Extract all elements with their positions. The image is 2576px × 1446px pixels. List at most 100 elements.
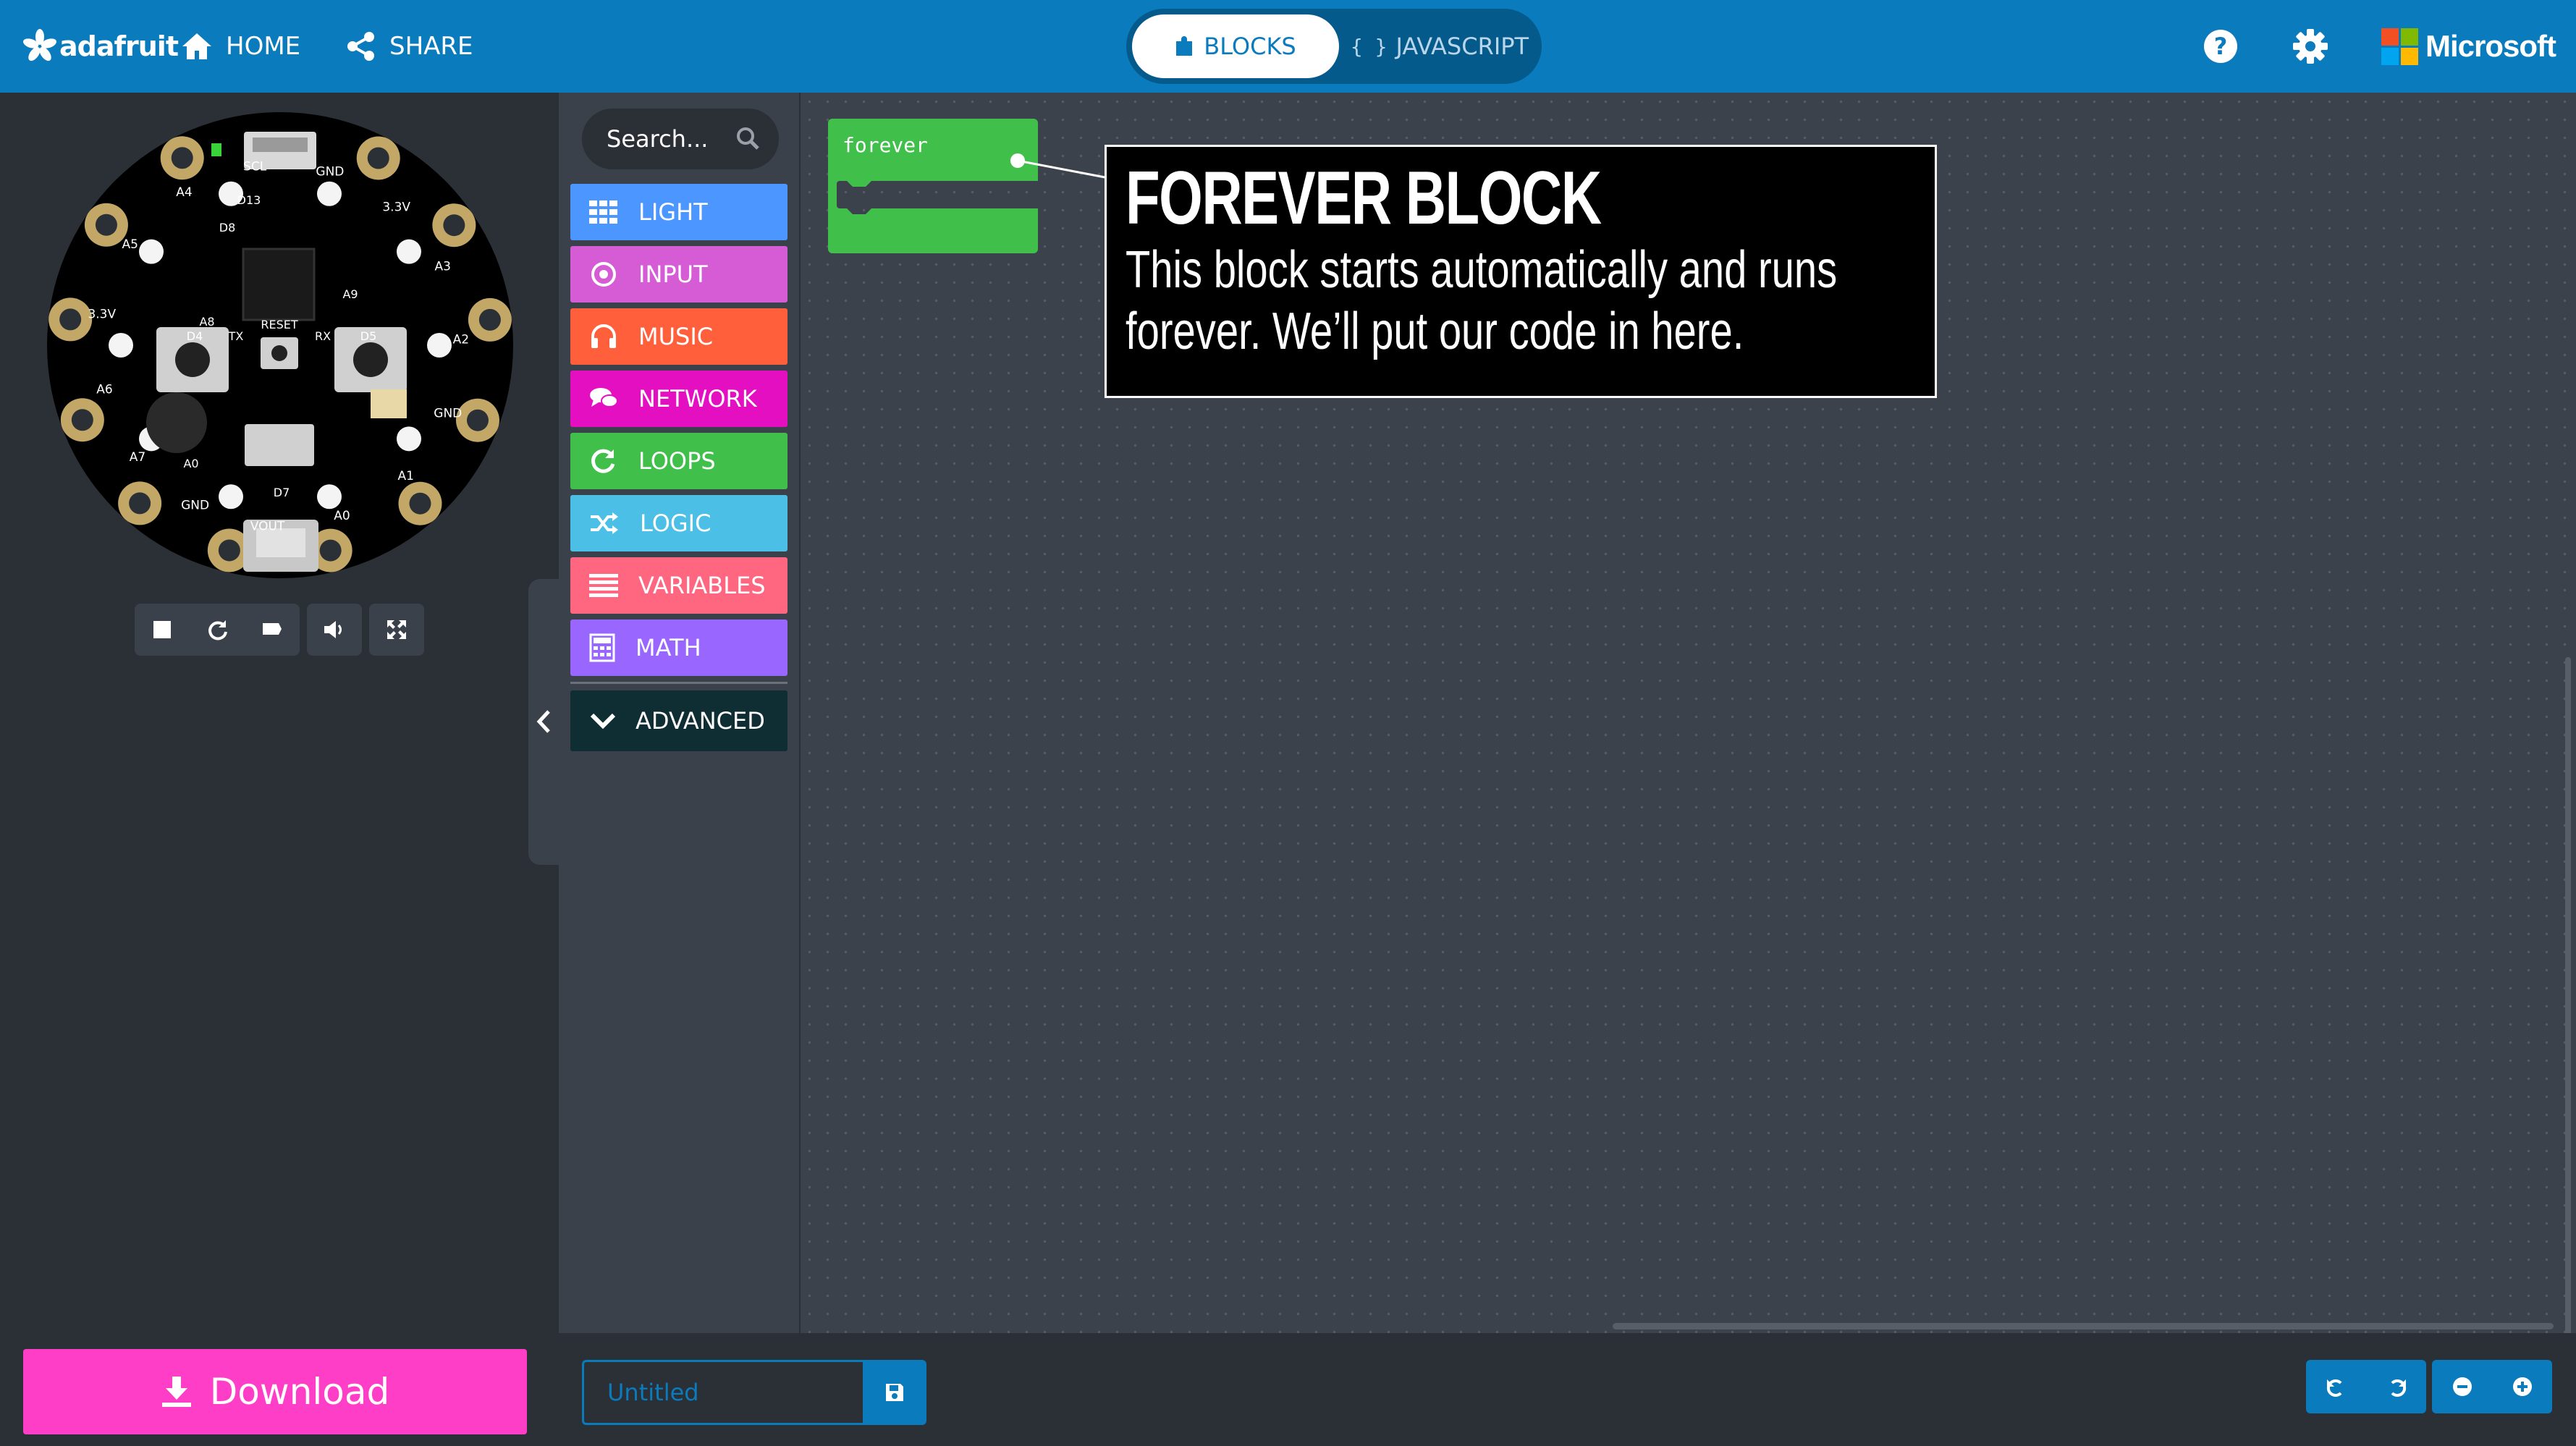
pin-hole: [443, 214, 465, 237]
svg-text:?: ?: [2214, 33, 2228, 60]
search-icon: [737, 127, 759, 150]
gear-icon[interactable]: [2292, 28, 2329, 65]
pin-hole: [71, 409, 93, 431]
chat-icon: [590, 388, 618, 407]
home-button[interactable]: HOME: [181, 0, 300, 93]
zoom-in-icon: [2512, 1377, 2532, 1396]
pin-label: A0: [334, 509, 350, 523]
category-logic[interactable]: LOGIC: [570, 495, 787, 551]
top-bar: adafruit HOME SHARE BLOCKS { } JAVASCRIP…: [0, 0, 2576, 93]
category-music[interactable]: MUSIC: [570, 308, 787, 365]
neopixel-led: [316, 484, 342, 510]
category-label: LOOPS: [638, 447, 716, 475]
category-math[interactable]: MATH: [570, 620, 787, 676]
project-name-input[interactable]: [582, 1360, 863, 1425]
javascript-tab-label: JAVASCRIPT: [1395, 33, 1529, 60]
stop-button[interactable]: [135, 604, 190, 656]
restart-icon: [208, 620, 227, 640]
neopixel-led: [219, 484, 244, 510]
home-icon: [182, 33, 211, 59]
category-label: MUSIC: [638, 323, 714, 350]
neopixel-led: [139, 239, 164, 264]
search-placeholder: Search...: [607, 125, 709, 153]
pin-label: SCL: [243, 159, 267, 174]
circuit-playground-board[interactable]: 3.3V A3 A2 GND A1 A0 VOUT GND A7 A6 3.3V A5 A4 SCL GND…: [46, 111, 514, 579]
pin-label: D13: [237, 193, 261, 207]
restart-button[interactable]: [190, 604, 245, 656]
slide-switch[interactable]: [245, 424, 314, 466]
category-label: VARIABLES: [638, 572, 766, 599]
simulator-panel: 3.3V A3 A2 GND A1 A0 VOUT GND A7 A6 3.3V A5 A4 SCL GND…: [0, 93, 559, 1446]
neopixel-led: [396, 426, 421, 452]
list-icon: [589, 574, 618, 597]
chevron-down-icon: [590, 713, 616, 730]
category-label: LIGHT: [638, 198, 708, 226]
redo-button[interactable]: [2366, 1360, 2426, 1413]
category-input[interactable]: INPUT: [570, 246, 787, 303]
undo-button[interactable]: [2306, 1360, 2366, 1413]
share-button[interactable]: SHARE: [346, 0, 473, 93]
blocks-workspace[interactable]: forever FOREVER BLOCK This block starts …: [801, 93, 2576, 1337]
microsoft-logo[interactable]: Microsoft: [2381, 28, 2556, 65]
microcontroller-chip: [242, 248, 316, 321]
grid-icon: [589, 200, 617, 224]
forever-block-callout: FOREVER BLOCK This block starts automati…: [1105, 145, 1937, 398]
category-variables[interactable]: VARIABLES: [570, 557, 787, 614]
save-button[interactable]: [863, 1360, 926, 1425]
zoom-in-button[interactable]: [2492, 1360, 2552, 1413]
zoom-controls: [2432, 1360, 2552, 1413]
pin-label: GND: [181, 499, 209, 513]
share-label: SHARE: [389, 32, 473, 61]
blocks-tab-label: BLOCKS: [1204, 33, 1296, 60]
blocks-tab[interactable]: BLOCKS: [1132, 14, 1339, 78]
pin-label: RX: [315, 329, 331, 343]
advanced-label: ADVANCED: [635, 707, 765, 735]
share-icon: [347, 32, 374, 61]
neopixel-led: [396, 239, 421, 264]
download-icon: [161, 1377, 191, 1407]
pin-label: A6: [96, 382, 112, 397]
pin-hole: [171, 147, 193, 169]
download-label: Download: [209, 1371, 390, 1413]
pin-label: GND: [434, 407, 462, 421]
target-icon: [591, 262, 616, 287]
toolbox-search[interactable]: Search...: [582, 109, 779, 169]
help-icon[interactable]: ?: [2202, 28, 2239, 65]
pin-hole: [367, 147, 389, 169]
undo-icon: [2326, 1379, 2341, 1397]
bottom-bar: [559, 1333, 2576, 1446]
category-network[interactable]: NETWORK: [570, 371, 787, 427]
debug-button[interactable]: [245, 604, 300, 656]
save-icon: [886, 1384, 903, 1401]
download-button[interactable]: Download: [23, 1349, 527, 1434]
fullscreen-button[interactable]: [369, 604, 424, 656]
adafruit-logo[interactable]: adafruit: [22, 22, 179, 71]
simulator-controls-group: [135, 604, 300, 656]
pin-hole: [478, 308, 501, 331]
pin-hole: [218, 539, 240, 562]
category-label: INPUT: [638, 261, 708, 288]
pin-label: D7: [274, 486, 290, 499]
workspace-horizontal-scrollbar[interactable]: [1613, 1323, 2554, 1329]
collapse-simulator-tab[interactable]: [528, 579, 559, 865]
advanced-category[interactable]: ADVANCED: [570, 690, 787, 751]
neopixel-led: [427, 333, 452, 358]
pin-label: D5: [360, 329, 377, 343]
category-light[interactable]: LIGHT: [570, 184, 787, 240]
zoom-out-button[interactable]: [2432, 1360, 2492, 1413]
advanced-divider: [570, 682, 787, 684]
pin-hole: [409, 492, 431, 515]
adafruit-flower-icon: [23, 29, 56, 62]
microsoft-squares-icon: [2381, 28, 2418, 65]
sound-button[interactable]: [307, 604, 362, 656]
javascript-tab[interactable]: { } JAVASCRIPT: [1343, 14, 1536, 78]
pin-hole: [95, 213, 117, 236]
editor-toggle: BLOCKS { } JAVASCRIPT: [1126, 9, 1542, 84]
workspace-vertical-scrollbar[interactable]: [2565, 657, 2571, 1337]
pin-label: A9: [342, 287, 358, 301]
pin-label: 3.3V: [382, 200, 410, 214]
pin-label: GND: [316, 165, 344, 179]
pin-hole: [319, 539, 342, 562]
fullscreen-icon: [387, 620, 406, 639]
category-loops[interactable]: LOOPS: [570, 433, 787, 489]
